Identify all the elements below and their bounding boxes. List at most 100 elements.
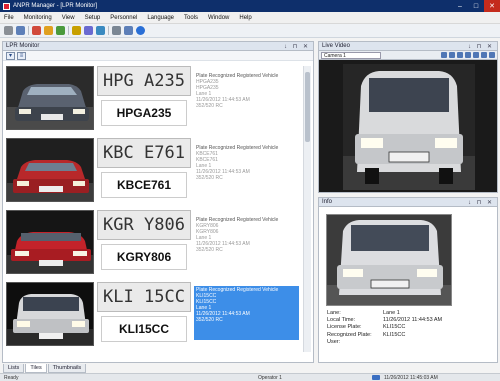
- info-label: Recognized Plate:: [327, 331, 372, 338]
- lpr-tools: ▾ ≡: [3, 51, 313, 61]
- status-bar: Ready Operator 1 11/26/2012 11:45:03 AM: [0, 373, 500, 381]
- lpr-monitor-panel: LPR Monitor ↓ ⊓ ✕ ▾ ≡ HPG A235 HPGA235 P…: [2, 41, 314, 363]
- record-line: 352/520 RC: [196, 175, 223, 181]
- toolbar: [0, 24, 500, 38]
- status-clock: 11/26/2012 11:45:03 AM: [372, 375, 438, 381]
- panel-controls[interactable]: ↓ ⊓ ✕: [468, 199, 494, 206]
- vehicle-thumbnail[interactable]: [6, 138, 94, 202]
- print-icon[interactable]: [112, 26, 121, 35]
- pause-icon[interactable]: [449, 52, 455, 58]
- vehicle-thumbnail[interactable]: [6, 66, 94, 130]
- record-line: 352/520 RC: [196, 317, 223, 323]
- record-info: Plate Recognized Registered Vehicle KBCE…: [194, 144, 299, 196]
- plate-number: KBCE761: [101, 172, 187, 198]
- live-video-title[interactable]: Live Video: [322, 43, 350, 49]
- info-value: KLI15CC: [383, 331, 406, 338]
- record-line: 352/520 RC: [196, 247, 223, 253]
- fullscreen-icon[interactable]: [481, 52, 487, 58]
- vehicle-thumbnail[interactable]: [6, 282, 94, 346]
- list-item-selected[interactable]: KLI 15CC KLI15CC Plate Recognized Regist…: [5, 282, 301, 348]
- live-video-tools: [439, 52, 495, 58]
- list-item[interactable]: HPG A235 HPGA235 Plate Recognized Regist…: [5, 66, 301, 132]
- record-icon[interactable]: [32, 26, 41, 35]
- info-label: User:: [327, 338, 341, 345]
- list-item[interactable]: KGR Y806 KGRY806 Plate Recognized Regist…: [5, 210, 301, 276]
- alarm-icon[interactable]: [44, 26, 53, 35]
- menu-language[interactable]: Language: [147, 15, 174, 21]
- plate-number: KLI15CC: [101, 316, 187, 342]
- filter-icon[interactable]: ▾: [6, 51, 15, 60]
- window-icon[interactable]: [124, 26, 133, 35]
- plate-image: KLI 15CC: [97, 282, 191, 312]
- window-title: ANPR Manager - [LPR Monitor]: [13, 3, 98, 9]
- info-value: [383, 339, 495, 346]
- window-controls: – □ ✕: [452, 0, 500, 12]
- zoom-icon[interactable]: [465, 52, 471, 58]
- menu-window[interactable]: Window: [208, 15, 229, 21]
- menu-personnel[interactable]: Personnel: [110, 15, 137, 21]
- live-video-header: Live Video ↓ ⊓ ✕: [319, 42, 497, 51]
- camera-icon[interactable]: [56, 26, 65, 35]
- panel-controls[interactable]: ↓ ⊓ ✕: [468, 43, 494, 50]
- users-icon[interactable]: [84, 26, 93, 35]
- info-label: Lane:: [327, 310, 341, 316]
- menu-setup[interactable]: Setup: [85, 15, 101, 21]
- info-row-lane: Lane: Lane 1: [327, 310, 495, 317]
- app-icon: [3, 2, 10, 10]
- menu-monitoring[interactable]: Monitoring: [24, 15, 52, 21]
- tab-tiles[interactable]: Tiles: [25, 364, 47, 373]
- info-value: 11/26/2012 11:44:53 AM: [383, 317, 443, 324]
- record-info-selected: Plate Recognized Registered Vehicle KLI1…: [194, 286, 299, 340]
- vehicle-thumbnail[interactable]: [6, 210, 94, 274]
- save-icon[interactable]: [4, 26, 13, 35]
- live-video-panel: Live Video ↓ ⊓ ✕ Camera 1: [318, 41, 498, 193]
- snapshot-icon[interactable]: [457, 52, 463, 58]
- record-line: 352/520 RC: [196, 103, 223, 109]
- info-fields: Lane: Lane 1 Local Time: 11/26/2012 11:4…: [327, 310, 495, 346]
- minimize-button[interactable]: –: [452, 0, 468, 12]
- info-row-local-time: Local Time: 11/26/2012 11:44:53 AM: [327, 317, 495, 324]
- close-button[interactable]: ✕: [484, 0, 500, 12]
- info-row-user: User:: [327, 339, 495, 346]
- info-label: License Plate:: [327, 324, 362, 331]
- plate-image: KBC E761: [97, 138, 191, 168]
- panel-controls[interactable]: ↓ ⊓ ✕: [284, 43, 310, 50]
- live-video-feed[interactable]: [343, 64, 475, 190]
- record-list: HPG A235 HPGA235 Plate Recognized Regist…: [5, 66, 301, 352]
- maximize-button[interactable]: □: [468, 0, 484, 12]
- ptz-icon[interactable]: [473, 52, 479, 58]
- info-panel: Info ↓ ⊓ ✕ Lane: Lane 1 Local Time: 11/2…: [318, 197, 498, 363]
- open-icon[interactable]: [16, 26, 25, 35]
- status-datetime: 11/26/2012 11:45:03 AM: [384, 374, 438, 381]
- list-icon[interactable]: ≡: [17, 51, 26, 60]
- info-row-recognized-plate: Recognized Plate: KLI15CC: [327, 332, 495, 339]
- options-icon[interactable]: [489, 52, 495, 58]
- menu-file[interactable]: File: [4, 15, 14, 21]
- plate-image: HPG A235: [97, 66, 191, 96]
- camera-select[interactable]: Camera 1: [321, 51, 381, 59]
- menu-tools[interactable]: Tools: [184, 15, 198, 21]
- scrollbar-thumb[interactable]: [305, 72, 310, 142]
- vehicle-snapshot: [326, 214, 452, 306]
- play-icon[interactable]: [441, 52, 447, 58]
- plate-image: KGR Y806: [97, 210, 191, 240]
- info-label: Local Time:: [327, 317, 356, 324]
- settings-icon[interactable]: [72, 26, 81, 35]
- info-title[interactable]: Info: [322, 199, 332, 205]
- toolbar-separator: [28, 26, 29, 35]
- tab-lists[interactable]: Lists: [3, 364, 25, 373]
- info-value: Lane 1: [383, 310, 400, 316]
- menu-view[interactable]: View: [62, 15, 75, 21]
- database-icon[interactable]: [96, 26, 105, 35]
- record-info: Plate Recognized Registered Vehicle KGRY…: [194, 216, 299, 268]
- list-scrollbar[interactable]: [303, 66, 311, 352]
- record-info: Plate Recognized Registered Vehicle HPGA…: [194, 72, 299, 124]
- help-icon[interactable]: [136, 26, 145, 35]
- toolbar-separator: [68, 26, 69, 35]
- menu-help[interactable]: Help: [239, 15, 251, 21]
- list-item[interactable]: KBC E761 KBCE761 Plate Recognized Regist…: [5, 138, 301, 204]
- plate-number: HPGA235: [101, 100, 187, 126]
- lpr-monitor-tab[interactable]: LPR Monitor: [6, 43, 39, 49]
- info-value: KLI15CC: [383, 324, 406, 331]
- tab-thumbnails[interactable]: Thumbnails: [47, 364, 87, 373]
